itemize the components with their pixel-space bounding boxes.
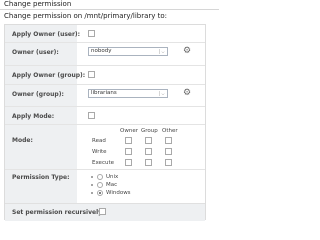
bullet (91, 176, 93, 178)
tab-divider (0, 9, 219, 10)
radio-mac-label: Mac (106, 182, 118, 188)
gear-icon[interactable]: ⚙ (183, 47, 192, 56)
radio-mac[interactable] (97, 182, 103, 188)
mode-row-execute: Execute (92, 160, 114, 166)
write-other-checkbox[interactable] (165, 148, 172, 155)
permission-form: Apply Owner (user): Owner (user): nobody… (4, 24, 206, 221)
execute-other-checkbox[interactable] (165, 159, 172, 166)
row-divider (5, 42, 205, 43)
apply-owner-user-label: Apply Owner (user): (12, 31, 81, 38)
mode-label: Mode: (12, 137, 33, 144)
recursive-checkbox[interactable] (99, 208, 106, 215)
owner-group-select[interactable]: librarians ⌵ (88, 89, 168, 98)
row-divider (5, 65, 205, 66)
owner-user-label: Owner (user): (12, 49, 59, 56)
mode-header-owner: Owner (120, 128, 138, 134)
recursive-label: Set permission recursively: (12, 209, 105, 216)
apply-owner-group-checkbox[interactable] (88, 71, 95, 78)
bullet (91, 184, 93, 186)
row-divider (5, 124, 205, 125)
tab-title[interactable]: Change permission (4, 0, 71, 8)
write-owner-checkbox[interactable] (125, 148, 132, 155)
radio-unix[interactable] (97, 174, 103, 180)
execute-group-checkbox[interactable] (145, 159, 152, 166)
row-divider (5, 84, 205, 85)
page-heading: Change permission on /mnt/primary/librar… (4, 12, 168, 20)
row-divider (5, 106, 205, 107)
owner-group-label: Owner (group): (12, 91, 64, 98)
execute-owner-checkbox[interactable] (125, 159, 132, 166)
gear-icon[interactable]: ⚙ (183, 89, 192, 98)
radio-windows[interactable] (97, 190, 103, 196)
mode-row-read: Read (92, 138, 106, 144)
row-divider (5, 169, 205, 170)
owner-user-value: nobody (91, 48, 112, 54)
apply-mode-checkbox[interactable] (88, 112, 95, 119)
mode-header-group: Group (141, 128, 158, 134)
chevron-down-icon: ⌵ (159, 91, 166, 96)
read-other-checkbox[interactable] (165, 137, 172, 144)
bullet (91, 192, 93, 194)
owner-group-value: librarians (91, 90, 117, 96)
read-owner-checkbox[interactable] (125, 137, 132, 144)
radio-unix-label: Unix (106, 174, 119, 180)
permission-type-label: Permission Type: (12, 174, 70, 181)
apply-mode-label: Apply Mode: (12, 113, 55, 120)
owner-user-select[interactable]: nobody ⌵ (88, 47, 168, 56)
read-group-checkbox[interactable] (145, 137, 152, 144)
mode-header-other: Other (162, 128, 178, 134)
mode-row-write: Write (92, 149, 107, 155)
apply-owner-user-checkbox[interactable] (88, 30, 95, 37)
apply-owner-group-label: Apply Owner (group): (12, 72, 86, 79)
chevron-down-icon: ⌵ (159, 49, 166, 54)
radio-windows-label: Windows (106, 190, 131, 196)
write-group-checkbox[interactable] (145, 148, 152, 155)
